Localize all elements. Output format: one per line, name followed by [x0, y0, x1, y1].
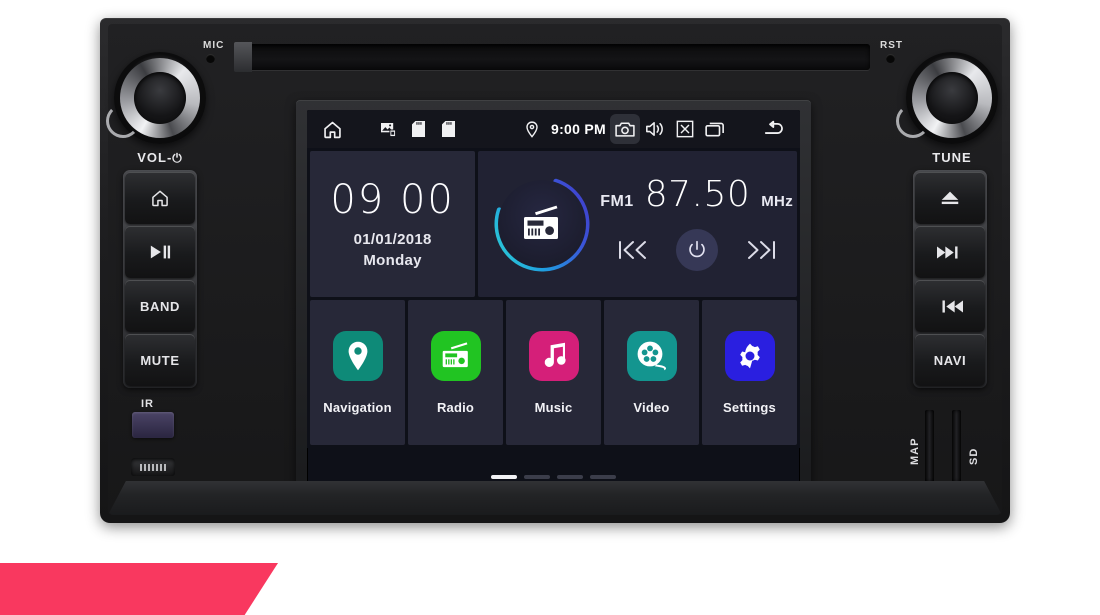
volume-knob-label: VOL-⏻	[114, 150, 206, 166]
mic-pinhole	[206, 54, 215, 63]
page-dot-2[interactable]	[524, 475, 550, 479]
page-dot-4[interactable]	[590, 475, 616, 479]
eject-button[interactable]	[915, 172, 985, 224]
band-button-label: BAND	[140, 298, 180, 314]
faceplate-bottom-bevel	[108, 481, 1002, 515]
sd-slot-label: SD	[968, 447, 980, 465]
tile-label: Radio	[436, 399, 475, 415]
radio-dial[interactable]	[488, 170, 596, 278]
car-head-unit: MIC RST VOL-⏻ TUNE BAND MUTE IR NAVI MAP…	[100, 18, 1010, 523]
page-indicator	[307, 475, 800, 479]
mute-button-label: MUTE	[140, 352, 180, 368]
location-pin-icon	[332, 330, 383, 381]
radio-power-button[interactable]	[675, 229, 718, 271]
gear-icon	[724, 330, 775, 381]
mic-label: MIC	[203, 40, 225, 51]
radio-info: FM1 87.50 MHz	[596, 177, 793, 271]
frequency-display: FM1 87.50 MHz	[600, 177, 793, 213]
tune-knob-label: TUNE	[932, 150, 972, 165]
touchscreen[interactable]: 9:00 PM 09 00 01/01/2018 Monday FM1 87.5…	[307, 110, 800, 483]
ir-receiver	[132, 412, 174, 438]
radio-controls	[600, 229, 793, 271]
pink-banner	[0, 563, 278, 615]
prev-station-button[interactable]	[618, 239, 648, 261]
usb-port-pins	[140, 463, 166, 471]
tile-radio[interactable]: Radio	[408, 300, 503, 445]
music-note-icon	[528, 330, 579, 381]
app-tile-row: Navigation Radio Music Video Settings	[307, 300, 800, 448]
radio-frequency: 87.50	[644, 174, 751, 215]
clock-time: 09 00	[330, 180, 455, 220]
radio-widget[interactable]: FM1 87.50 MHz	[478, 151, 797, 297]
next-station-button[interactable]	[746, 239, 776, 261]
map-card-slot[interactable]	[925, 410, 934, 482]
widget-row: 09 00 01/01/2018 Monday FM1 87.50 MHz	[307, 148, 800, 300]
volume-knob[interactable]	[106, 52, 206, 144]
tile-music[interactable]: Music	[506, 300, 601, 445]
location-pin-icon	[517, 114, 547, 144]
tile-navigation[interactable]: Navigation	[310, 300, 405, 445]
tune-knob[interactable]	[896, 52, 998, 144]
sd-card-slot[interactable]	[952, 410, 961, 482]
left-button-cluster: BAND MUTE	[123, 170, 197, 388]
page-dot-3[interactable]	[557, 475, 583, 479]
clock-widget[interactable]: 09 00 01/01/2018 Monday	[310, 151, 476, 297]
volume-icon[interactable]	[640, 114, 670, 144]
status-time: 9:00 PM	[550, 121, 606, 137]
status-bar: 9:00 PM	[307, 110, 800, 148]
tile-label: Navigation	[323, 399, 392, 415]
sd-card-icon[interactable]	[403, 114, 433, 144]
eject-icon	[939, 190, 961, 206]
volume-knob-label-text: VOL-	[137, 150, 173, 165]
map-slot-label: MAP	[909, 437, 921, 465]
close-icon[interactable]	[670, 114, 700, 144]
tile-label: Settings	[723, 399, 776, 415]
tile-settings[interactable]: Settings	[702, 300, 797, 445]
home-icon	[150, 188, 170, 208]
reset-pinhole[interactable]	[886, 54, 895, 63]
screenshot-root: MIC RST VOL-⏻ TUNE BAND MUTE IR NAVI MAP…	[0, 0, 1100, 615]
page-dot-1[interactable]	[491, 475, 517, 479]
sd-card-icon[interactable]	[433, 114, 463, 144]
tile-label: Music	[534, 399, 573, 415]
home-icon[interactable]	[317, 114, 347, 144]
volume-knob-ring	[106, 104, 140, 138]
navi-button-label: NAVI	[933, 352, 967, 368]
prev-track-button[interactable]	[915, 280, 985, 332]
tile-video[interactable]: Video	[604, 300, 699, 445]
power-glyph-icon: ⏻	[172, 151, 183, 165]
radio-frequency-unit: MHz	[761, 193, 793, 210]
band-button[interactable]: BAND	[125, 280, 195, 332]
screenshot-icon[interactable]	[373, 114, 403, 144]
clock-weekday: Monday	[363, 251, 422, 269]
tune-knob-ring	[896, 104, 930, 138]
radio-icon	[430, 330, 481, 381]
next-track-button[interactable]	[915, 226, 985, 278]
rst-label: RST	[880, 40, 903, 51]
next-track-icon	[937, 245, 963, 260]
tile-label: Video	[633, 399, 670, 415]
camera-icon[interactable]	[610, 114, 640, 144]
play-pause-button[interactable]	[125, 226, 195, 278]
recent-apps-icon[interactable]	[700, 114, 730, 144]
clock-minutes: 00	[399, 176, 455, 223]
mute-button[interactable]: MUTE	[125, 334, 195, 386]
usb-port[interactable]	[131, 458, 175, 476]
navi-button[interactable]: NAVI	[915, 334, 985, 386]
ir-label: IR	[141, 398, 154, 410]
cd-slot[interactable]	[234, 42, 870, 72]
screen-bezel: 9:00 PM 09 00 01/01/2018 Monday FM1 87.5…	[296, 100, 811, 493]
home-button[interactable]	[125, 172, 195, 224]
prev-track-icon	[937, 299, 963, 314]
radio-icon	[488, 170, 596, 278]
clock-date: 01/01/2018	[353, 230, 432, 248]
film-reel-icon	[626, 330, 677, 381]
back-icon[interactable]	[760, 114, 790, 144]
clock-separator	[385, 177, 400, 223]
play-pause-icon	[149, 244, 171, 260]
clock-hours: 09	[330, 176, 386, 223]
radio-band: FM1	[600, 193, 634, 210]
right-button-cluster: NAVI	[913, 170, 987, 388]
